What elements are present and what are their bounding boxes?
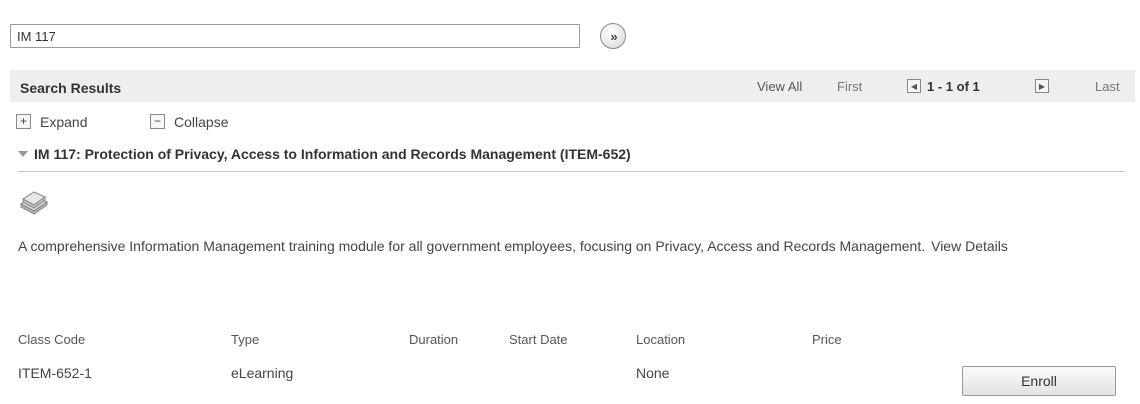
search-results-title: Search Results — [20, 80, 122, 96]
col-header-price: Price — [812, 331, 842, 347]
go-button[interactable]: » — [600, 23, 626, 49]
col-header-type: Type — [231, 331, 260, 347]
cell-class-code: ITEM-652-1 — [18, 365, 92, 381]
collapse-button[interactable]: − — [150, 114, 165, 129]
expand-button[interactable]: + — [16, 114, 31, 129]
last-link[interactable]: Last — [1095, 79, 1120, 94]
item-header[interactable]: IM 117: Protection of Privacy, Access to… — [18, 146, 631, 162]
page-count: 1 - 1 of 1 — [927, 79, 980, 94]
divider — [18, 171, 1125, 172]
search-results-bar: Search Results View All First ◀ 1 - 1 of… — [10, 70, 1135, 102]
first-link[interactable]: First — [837, 79, 862, 94]
collapse-label[interactable]: Collapse — [174, 114, 228, 130]
book-icon — [19, 191, 49, 215]
class-table: Class Code Type Duration Start Date Loca… — [18, 328, 942, 396]
left-arrow-icon: ◀ — [910, 81, 918, 91]
next-page-button[interactable]: ▶ — [1035, 79, 1049, 93]
enroll-button[interactable]: Enroll — [962, 366, 1116, 396]
view-details-link[interactable]: View Details — [931, 238, 1008, 254]
minus-icon: − — [153, 114, 161, 128]
cell-start-date — [509, 350, 636, 396]
table-row: ITEM-652-1 eLearning None — [18, 350, 942, 396]
collapse-triangle-icon[interactable] — [18, 151, 28, 158]
item-description: A comprehensive Information Management t… — [18, 237, 1118, 255]
cell-duration — [409, 350, 509, 396]
expand-label[interactable]: Expand — [40, 114, 87, 130]
right-arrow-icon: ▶ — [1038, 81, 1046, 91]
view-all-link[interactable]: View All — [757, 79, 802, 94]
cell-type: eLearning — [231, 365, 294, 381]
plus-icon: + — [19, 114, 27, 128]
col-header-start-date: Start Date — [509, 331, 568, 347]
cell-location: None — [636, 365, 670, 381]
table-header-row: Class Code Type Duration Start Date Loca… — [18, 328, 942, 350]
search-input[interactable] — [10, 24, 580, 48]
previous-page-button[interactable]: ◀ — [907, 79, 921, 93]
col-header-class-code: Class Code — [18, 331, 86, 347]
col-header-location: Location — [636, 331, 686, 347]
cell-price — [812, 350, 942, 396]
item-title: IM 117: Protection of Privacy, Access to… — [34, 146, 631, 162]
col-header-duration: Duration — [409, 331, 459, 347]
item-description-text: A comprehensive Information Management t… — [18, 238, 926, 254]
